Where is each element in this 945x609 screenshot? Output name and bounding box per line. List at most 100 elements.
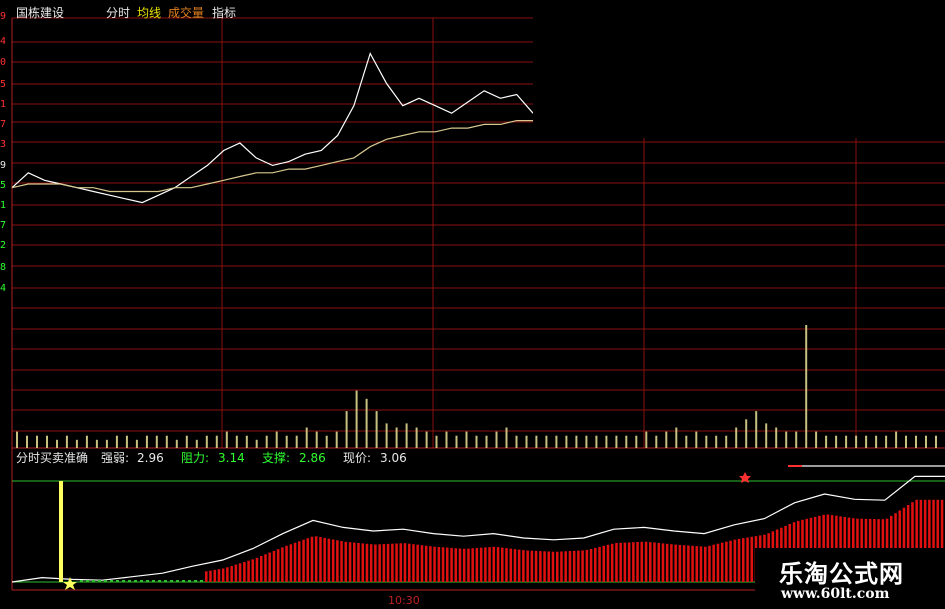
indicator-bar [585,549,589,582]
indicator-bar [678,544,682,582]
indicator-bar [357,543,360,582]
volume-bar [835,435,838,448]
volume-bar [375,411,378,448]
indicator-bar [365,543,369,582]
volume-bar [685,435,688,448]
indicator-bar [661,543,665,582]
indicator-bar [488,547,491,582]
volume-bar [175,439,178,448]
menu-intraday[interactable]: 分时 [106,6,130,20]
watermark-url: www.60lt.com [781,586,890,602]
indicator-bar [556,551,559,582]
volume-bar [895,431,898,448]
volume-bar [535,435,538,448]
indicator-bar [687,545,690,582]
volume-bar [295,435,298,448]
volume-bar [705,435,708,448]
volume-bar [665,431,668,448]
stock-name[interactable]: 国栋建设 [16,6,64,20]
volume-bar [445,431,448,448]
price-axis-label: 7 [0,119,7,130]
indicator-bar [382,544,386,582]
indicator-bar [462,548,466,582]
volume-bar [46,435,48,448]
indicator-bar [712,544,715,582]
indicator-name[interactable]: 分时买卖准确 [16,451,88,465]
menu-avg-line[interactable]: 均线 [137,6,161,20]
indicator-bar [378,544,381,582]
volume-bar [215,435,218,448]
indicator-bar [306,538,310,582]
indicator-bar [581,550,584,582]
indicator-bar [682,545,686,582]
volume-bar [395,427,398,448]
indicator-bar [260,556,263,582]
indicator-bar [319,537,322,582]
indicator-bar [238,563,242,582]
indicator-bar [361,543,365,582]
volume-bar [345,411,348,448]
volume-bar [625,435,628,448]
indicator-bar [513,549,517,582]
indicator-bar [496,547,500,582]
indicator-bar [285,545,288,582]
volume-bar [125,435,128,448]
volume-bar [885,435,888,448]
indicator-bar [619,542,622,582]
buy-signal-bar [59,481,63,582]
volume-bar [85,435,88,448]
volume-bar [405,423,408,448]
indicator-bar [560,551,563,582]
volume-bar [205,435,208,448]
volume-bar [315,431,318,448]
indicator-bar [391,543,394,582]
indicator-bar [289,544,293,582]
volume-bar [365,398,368,448]
volume-bar [675,427,678,448]
menu-indicator[interactable]: 指标 [212,6,236,20]
volume-bar [355,390,358,448]
menu-volume[interactable]: 成交量 [168,6,204,20]
indicator-bar [209,570,212,582]
indicator-bar [323,537,326,582]
volume-bar [635,435,638,448]
indicator-bar [416,544,419,582]
indicator-bar [589,548,593,582]
volume-bar [585,435,588,448]
volume-bar [855,435,858,448]
volume-bar [95,439,98,448]
resistance-label: 阻力: [181,451,210,465]
indicator-bar [395,543,398,582]
indicator-bar [264,554,267,582]
volume-bar [565,435,568,448]
indicator-bar [424,545,428,582]
volume-bar [425,431,428,448]
indicator-bar [653,542,656,582]
indicator-bar [420,545,424,582]
indicator-bar [742,538,745,582]
volume-bar [595,435,598,448]
volume-bar [875,435,878,448]
indicator-bar [293,542,297,582]
price-axis-label: 5 [0,79,7,90]
volume-bar [495,431,498,448]
volume-bar [455,435,458,448]
support-label: 支撑: [262,451,291,465]
intraday-chart[interactable] [0,0,945,609]
volume-bar [465,431,468,448]
indicator-bar [441,547,445,582]
volume-bar [235,435,238,448]
indicator-bar [695,546,699,582]
indicator-bar [255,557,259,582]
volume-bar [56,439,58,448]
price-axis-label: 7 [0,220,7,231]
volume-bar [785,431,788,448]
indicator-bar [704,546,707,582]
indicator-bar [691,545,694,582]
volume-bar [275,431,278,448]
indicator-bar [412,544,415,582]
indicator-bar [276,549,280,582]
volume-bar [865,435,868,448]
volume-bar [305,427,308,448]
indicator-bar [594,547,597,582]
